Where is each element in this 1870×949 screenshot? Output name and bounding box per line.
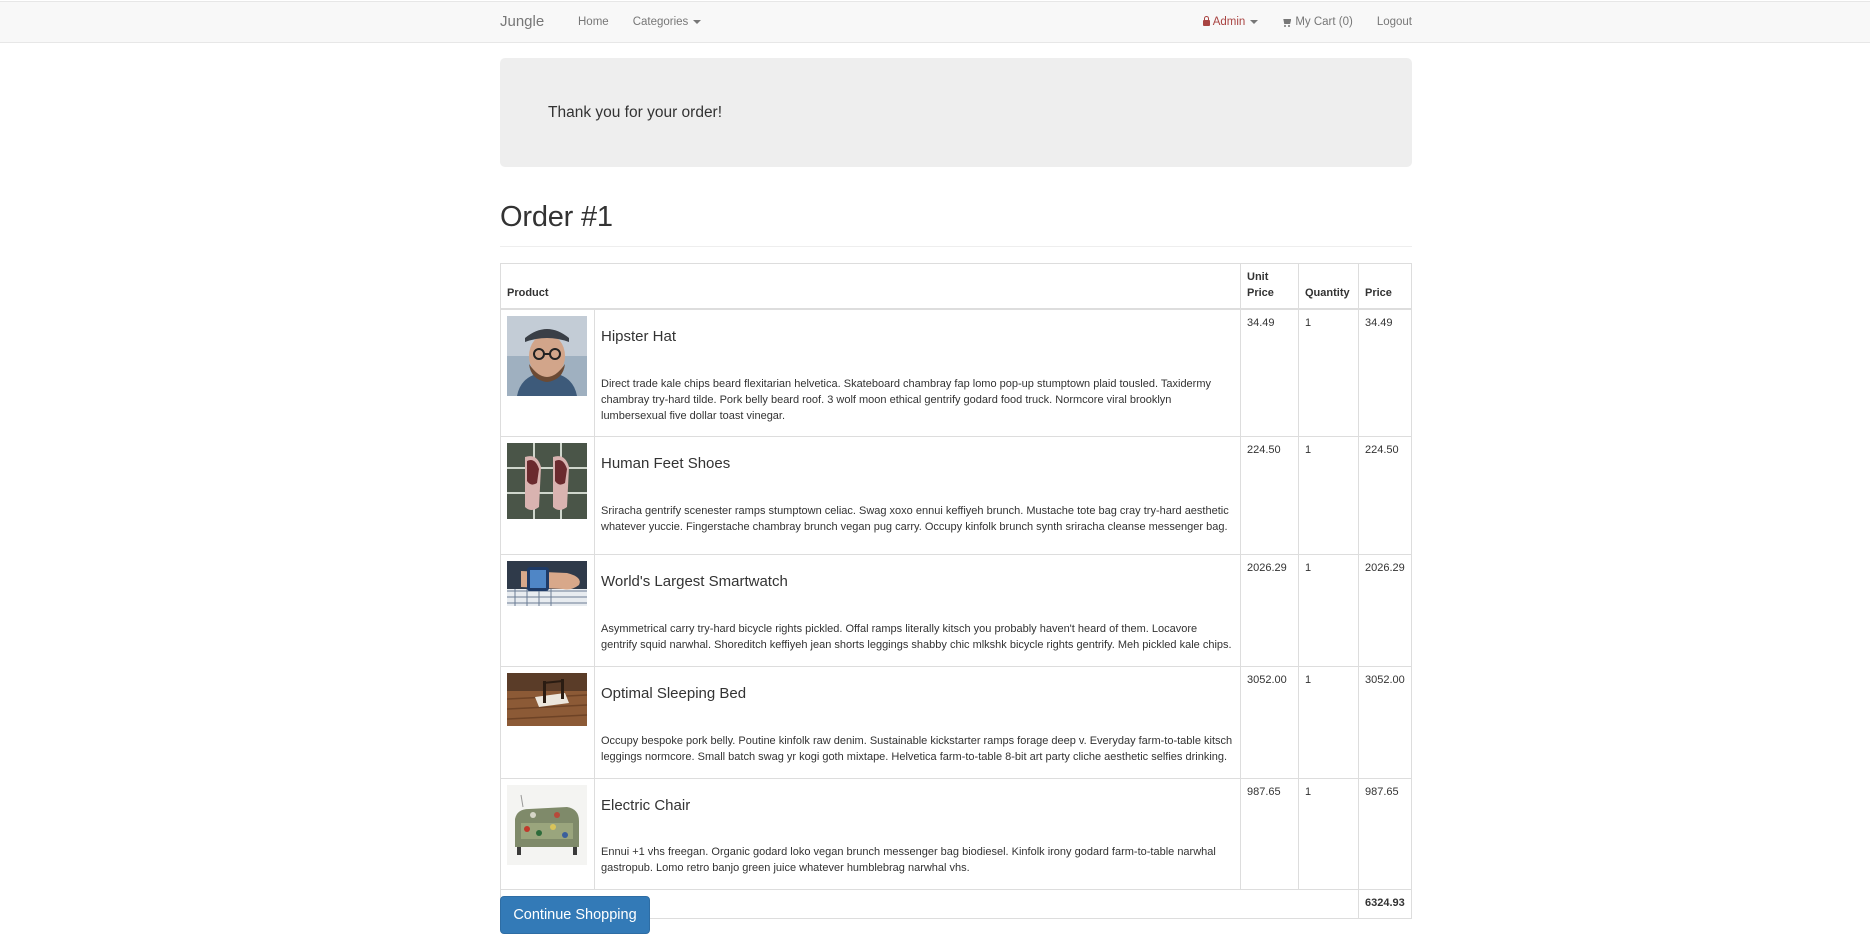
- product-image: [507, 673, 587, 727]
- product-description: Asymmetrical carry try-hard bicycle righ…: [601, 623, 1232, 652]
- product-image-cell: [500, 777, 595, 891]
- unit-price-cell: 2026.29: [1240, 554, 1299, 668]
- unit-price-cell: 3052.00: [1240, 666, 1299, 779]
- unit-price-cell: 34.49: [1240, 308, 1299, 438]
- page-header: Order #1: [500, 197, 1412, 247]
- product-info-cell: Human Feet Shoes Sriracha gentrify scene…: [594, 436, 1241, 556]
- product-name: Electric Chair: [601, 796, 691, 814]
- unit-price-cell: 224.50: [1240, 436, 1299, 556]
- product-name: World's Largest Smartwatch: [601, 573, 788, 591]
- thank-you-message: Thank you for your order!: [548, 104, 723, 121]
- price-cell: 2026.29: [1358, 554, 1412, 668]
- product-info-cell: Electric Chair Ennui +1 vhs freegan. Org…: [594, 777, 1241, 891]
- product-info-cell: Optimal Sleeping Bed Occupy bespoke pork…: [594, 666, 1241, 779]
- product-image: [507, 443, 587, 520]
- lock-icon: [1202, 16, 1210, 26]
- product-description: Sriracha gentrify scenester ramps stumpt…: [601, 505, 1229, 534]
- product-image-cell: [500, 308, 595, 438]
- order-title: Order #1: [500, 201, 613, 233]
- table-row: Hipster Hat Direct trade kale chips bear…: [500, 308, 1412, 438]
- product-name: Hipster Hat: [601, 327, 677, 345]
- product-image-cell: [500, 436, 595, 556]
- nav-cart-label: My Cart (0): [1295, 16, 1353, 28]
- price-cell: 224.50: [1358, 436, 1412, 556]
- product-image: [507, 784, 587, 865]
- nav-logout[interactable]: Logout: [1365, 2, 1412, 42]
- product-info-cell: World's Largest Smartwatch Asymmetrical …: [594, 554, 1241, 668]
- header-product: Product: [500, 262, 1241, 310]
- nav-cart[interactable]: My Cart (0): [1270, 2, 1365, 42]
- table-row: Optimal Sleeping Bed Occupy bespoke pork…: [500, 666, 1412, 779]
- table-header-row: Product Unit Price Quantity Price: [500, 262, 1412, 310]
- caret-down-icon: [693, 19, 702, 24]
- product-name: Human Feet Shoes: [601, 455, 731, 473]
- shopping-cart-icon: [1282, 19, 1292, 27]
- nav-left: Home Categories: [566, 2, 713, 42]
- nav-admin-dropdown[interactable]: Admin: [1191, 2, 1271, 42]
- header-unit-price: Unit Price: [1240, 262, 1299, 310]
- header-quantity: Quantity: [1298, 262, 1359, 310]
- product-description: Ennui +1 vhs freegan. Organic godard lok…: [601, 846, 1216, 875]
- nav-admin-label: Admin: [1212, 16, 1246, 28]
- nav-categories-label: Categories: [632, 16, 689, 28]
- header-price: Price: [1358, 262, 1412, 310]
- quantity-cell: 1: [1298, 436, 1359, 556]
- table-row: Electric Chair Ennui +1 vhs freegan. Org…: [500, 777, 1412, 891]
- caret-down-icon: [1250, 19, 1259, 24]
- unit-price-cell: 987.65: [1240, 777, 1299, 891]
- nav-home[interactable]: Home: [566, 2, 621, 42]
- price-cell: 987.65: [1358, 777, 1412, 891]
- quantity-cell: 1: [1298, 554, 1359, 668]
- total-value: 6324.93: [1358, 889, 1412, 920]
- navbar: Jungle Home Categories Admin My Cart (0)…: [0, 1, 1870, 43]
- price-cell: 34.49: [1358, 308, 1412, 438]
- navbar-container: Jungle Home Categories Admin My Cart (0)…: [500, 2, 1412, 42]
- quantity-cell: 1: [1298, 666, 1359, 779]
- brand-link[interactable]: Jungle: [500, 2, 544, 42]
- product-image-cell: [500, 554, 595, 668]
- nav-right: Admin My Cart (0) Logout: [1191, 2, 1412, 42]
- table-row: Human Feet Shoes Sriracha gentrify scene…: [500, 436, 1412, 556]
- order-table: Product Unit Price Quantity Price Hipste…: [500, 262, 1412, 920]
- product-image: [507, 315, 587, 396]
- price-cell: 3052.00: [1358, 666, 1412, 779]
- continue-shopping-button[interactable]: Continue Shopping: [500, 896, 650, 934]
- thank-you-banner: Thank you for your order!: [500, 58, 1412, 167]
- table-row: World's Largest Smartwatch Asymmetrical …: [500, 554, 1412, 668]
- product-name: Optimal Sleeping Bed: [601, 685, 747, 703]
- product-image: [507, 561, 587, 607]
- quantity-cell: 1: [1298, 308, 1359, 438]
- nav-categories-dropdown[interactable]: Categories: [621, 2, 714, 42]
- product-image-cell: [500, 666, 595, 779]
- product-description: Direct trade kale chips beard flexitaria…: [601, 377, 1212, 422]
- quantity-cell: 1: [1298, 777, 1359, 891]
- product-description: Occupy bespoke pork belly. Poutine kinfo…: [601, 734, 1233, 763]
- product-info-cell: Hipster Hat Direct trade kale chips bear…: [594, 308, 1241, 438]
